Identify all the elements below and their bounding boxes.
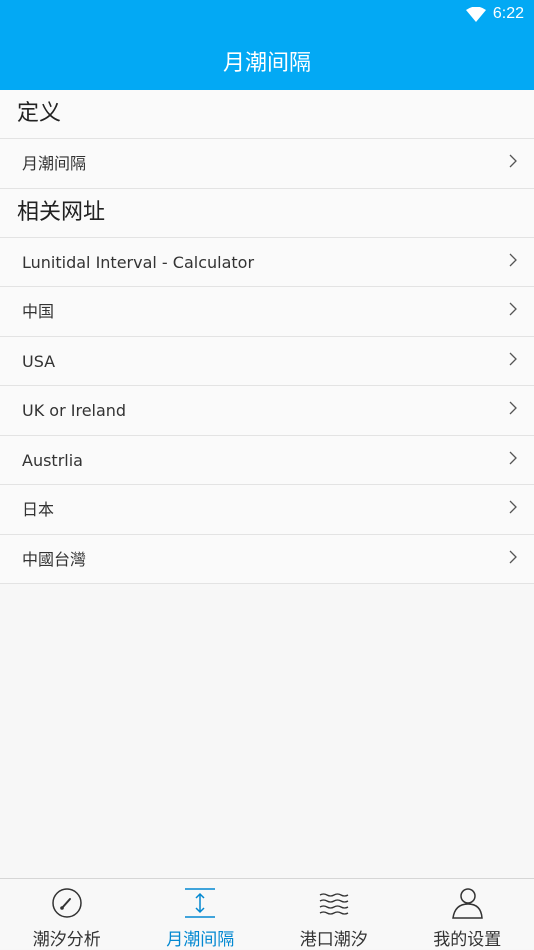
status-bar: 6:22 <box>0 0 534 28</box>
section-header-definition: 定义 <box>0 90 534 139</box>
chevron-right-icon <box>508 550 518 564</box>
section-header-related-links: 相关网址 <box>0 189 534 238</box>
chevron-right-icon <box>508 253 518 267</box>
app-bar: 6:22 月潮间隔 <box>0 0 534 90</box>
list-item-label: 中國台灣 <box>22 550 86 569</box>
list-item-label: UK or Ireland <box>22 401 126 420</box>
bottom-tab-bar: 潮汐分析 月潮间隔 港口潮汐 我的设置 <box>0 878 534 949</box>
main-content: 定义 月潮间隔 相关网址 Lunitidal Interval - Calcul… <box>0 90 534 584</box>
tab-my-settings[interactable]: 我的设置 <box>401 879 534 950</box>
list-item-label: 日本 <box>22 500 54 519</box>
chevron-right-icon <box>508 500 518 514</box>
list-item-label: 中国 <box>22 302 54 321</box>
chevron-right-icon <box>508 352 518 366</box>
list-item-china[interactable]: 中国 <box>0 287 534 337</box>
tab-lunitidal-interval[interactable]: 月潮间隔 <box>134 879 268 950</box>
gauge-icon <box>50 886 84 920</box>
list-item-taiwan[interactable]: 中國台灣 <box>0 535 534 585</box>
wifi-icon <box>466 7 486 22</box>
vertical-interval-icon <box>183 886 217 920</box>
list-item-label: Austrlia <box>22 451 83 470</box>
tab-tide-analysis[interactable]: 潮汐分析 <box>0 879 134 950</box>
chevron-right-icon <box>508 302 518 316</box>
list-item-japan[interactable]: 日本 <box>0 485 534 535</box>
tab-port-tides[interactable]: 港口潮汐 <box>267 879 401 950</box>
chevron-right-icon <box>508 401 518 415</box>
tab-label: 月潮间隔 <box>134 925 268 950</box>
list-item-australia[interactable]: Austrlia <box>0 436 534 486</box>
chevron-right-icon <box>508 154 518 168</box>
chevron-right-icon <box>508 451 518 465</box>
status-time: 6:22 <box>493 5 524 23</box>
tab-label: 我的设置 <box>401 925 534 950</box>
list-item-lunitidal-interval[interactable]: 月潮间隔 <box>0 139 534 189</box>
waves-icon <box>317 886 351 920</box>
list-item-label: 月潮间隔 <box>22 154 86 173</box>
user-icon <box>450 886 484 920</box>
list-item-label: USA <box>22 352 55 371</box>
tab-label: 潮汐分析 <box>0 925 134 950</box>
list-item-calculator[interactable]: Lunitidal Interval - Calculator <box>0 238 534 288</box>
page-title: 月潮间隔 <box>0 45 534 77</box>
list-item-uk-ireland[interactable]: UK or Ireland <box>0 386 534 436</box>
list-item-label: Lunitidal Interval - Calculator <box>22 253 254 272</box>
tab-label: 港口潮汐 <box>267 925 401 950</box>
list-item-usa[interactable]: USA <box>0 337 534 387</box>
